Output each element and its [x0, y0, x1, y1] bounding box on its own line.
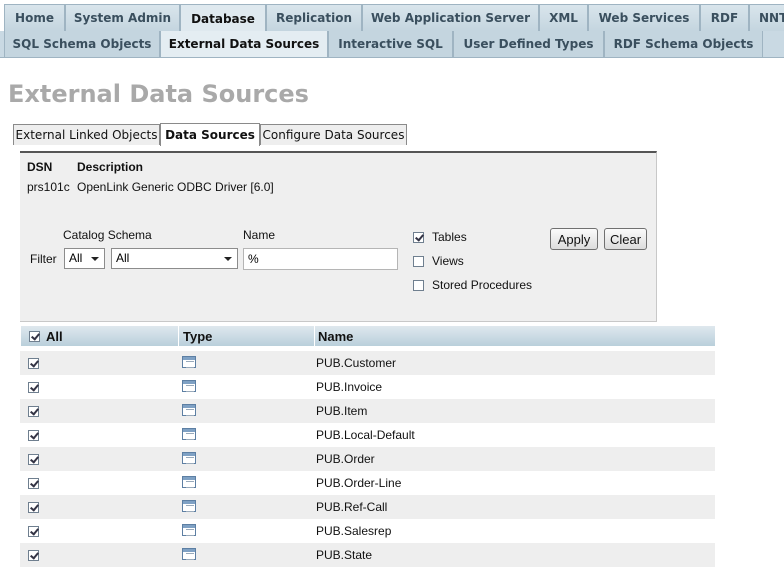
- tables-checkbox[interactable]: [413, 232, 424, 243]
- table-row: PUB.Customer: [20, 351, 715, 375]
- filter-label: Filter: [30, 252, 57, 266]
- description-value: OpenLink Generic ODBC Driver [6.0]: [77, 180, 274, 194]
- row-checkbox[interactable]: [28, 406, 39, 417]
- table-row: PUB.Salesrep: [20, 519, 715, 543]
- tab-configure-data-sources[interactable]: Configure Data Sources: [260, 124, 407, 145]
- row-checkbox[interactable]: [28, 502, 39, 513]
- row-name[interactable]: PUB.State: [316, 548, 372, 562]
- table-icon: [182, 452, 196, 464]
- table-icon: [182, 356, 196, 368]
- table-icon: [182, 404, 196, 416]
- table-row: PUB.Order-Line: [20, 471, 715, 495]
- name-filter-input[interactable]: %: [243, 248, 398, 270]
- page-title: External Data Sources: [8, 80, 309, 108]
- table-row: PUB.Local-Default: [20, 423, 715, 447]
- column-header-type: Type: [178, 326, 314, 346]
- row-checkbox[interactable]: [28, 454, 39, 465]
- nav-tab-web-services[interactable]: Web Services: [588, 4, 700, 31]
- row-checkbox[interactable]: [28, 430, 39, 441]
- column-header-name: Name: [314, 326, 715, 346]
- table-icon: [182, 428, 196, 440]
- nav-tab-replication[interactable]: Replication: [266, 4, 362, 31]
- subnav-tab-external-data-sources[interactable]: External Data Sources: [160, 31, 328, 57]
- row-checkbox[interactable]: [28, 550, 39, 561]
- apply-button[interactable]: Apply: [550, 228, 598, 250]
- table-row: PUB.Ref-Call: [20, 495, 715, 519]
- nav-tab-nntp[interactable]: NNTP: [749, 4, 784, 31]
- schema-select[interactable]: All: [111, 248, 238, 269]
- views-checkbox[interactable]: [413, 256, 424, 267]
- nav-tab-home[interactable]: Home: [4, 4, 65, 31]
- column-header-all[interactable]: All: [20, 326, 178, 346]
- subnav-tab-rdf-schema-objects[interactable]: RDF Schema Objects: [604, 31, 763, 57]
- table-row: PUB.Item: [20, 399, 715, 423]
- row-checkbox[interactable]: [28, 382, 39, 393]
- table-icon: [182, 500, 196, 512]
- table-row: PUB.Order: [20, 447, 715, 471]
- dsn-header: DSN: [27, 160, 53, 174]
- subnav-tab-sql-schema-objects[interactable]: SQL Schema Objects: [4, 31, 160, 57]
- catalog-select-value: All: [69, 251, 83, 265]
- catalog-select[interactable]: All: [64, 248, 105, 269]
- subnav-tab-interactive-sql[interactable]: Interactive SQL: [328, 31, 453, 57]
- row-name[interactable]: PUB.Item: [316, 404, 367, 418]
- dsn-value: prs101c: [27, 180, 70, 194]
- row-name[interactable]: PUB.Order-Line: [316, 476, 401, 490]
- subnav-tab-user-defined-types[interactable]: User Defined Types: [453, 31, 604, 57]
- nav-tab-system-admin[interactable]: System Admin: [65, 4, 180, 31]
- column-header-all-label: All: [46, 329, 63, 344]
- table-icon: [182, 476, 196, 488]
- description-header: Description: [77, 160, 144, 174]
- clear-button[interactable]: Clear: [604, 228, 647, 250]
- tab-data-sources[interactable]: Data Sources: [160, 123, 260, 146]
- stored-procedures-checkbox[interactable]: [413, 280, 424, 291]
- row-name[interactable]: PUB.Salesrep: [316, 524, 391, 538]
- row-name[interactable]: PUB.Invoice: [316, 380, 382, 394]
- row-name[interactable]: PUB.Local-Default: [316, 428, 415, 442]
- row-checkbox[interactable]: [28, 358, 39, 369]
- table-icon: [182, 380, 196, 392]
- views-label: Views: [432, 254, 464, 268]
- objects-table-header: All Type Name: [20, 326, 715, 346]
- table-row: PUB.Invoice: [20, 375, 715, 399]
- chevron-down-icon: [91, 257, 99, 261]
- chevron-down-icon: [224, 257, 232, 261]
- nav-tab-xml[interactable]: XML: [539, 4, 588, 31]
- select-all-checkbox[interactable]: [29, 331, 40, 342]
- tab-external-linked-objects[interactable]: External Linked Objects: [13, 124, 160, 145]
- nav-tab-web-application-server[interactable]: Web Application Server: [362, 4, 539, 31]
- nav-tab-rdf[interactable]: RDF: [700, 4, 749, 31]
- table-row: PUB.State: [20, 543, 715, 567]
- row-name[interactable]: PUB.Ref-Call: [316, 500, 387, 514]
- row-checkbox[interactable]: [28, 526, 39, 537]
- table-icon: [182, 524, 196, 536]
- nav-tab-database[interactable]: Database: [180, 4, 266, 32]
- table-icon: [182, 548, 196, 560]
- schema-select-value: All: [116, 251, 130, 265]
- stored-procedures-label: Stored Procedures: [432, 278, 533, 292]
- row-name[interactable]: PUB.Customer: [316, 356, 396, 370]
- name-label: Name: [243, 228, 276, 242]
- catalog-schema-label: Catalog Schema: [63, 228, 152, 242]
- primary-nav: Home System Admin Database Replication W…: [0, 0, 784, 32]
- row-checkbox[interactable]: [28, 478, 39, 489]
- tables-label: Tables: [432, 230, 467, 244]
- secondary-nav: SQL Schema Objects External Data Sources…: [0, 31, 784, 58]
- row-name[interactable]: PUB.Order: [316, 452, 375, 466]
